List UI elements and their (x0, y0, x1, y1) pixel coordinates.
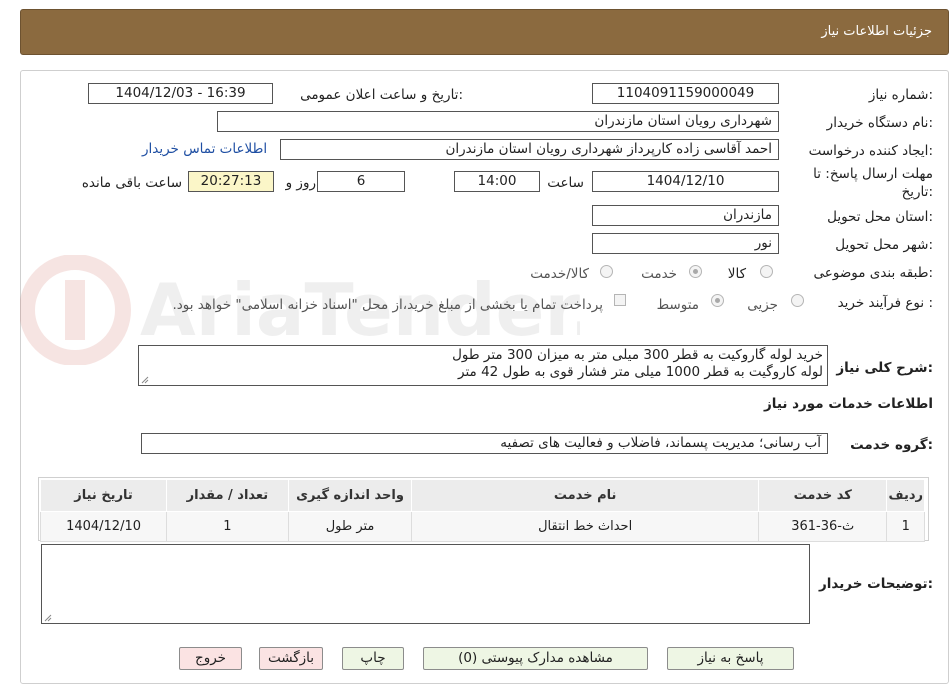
announce-field: 1404/12/03 - 16:39 (88, 83, 273, 104)
treasury-checkbox[interactable] (614, 294, 626, 306)
process-radio-minor[interactable] (791, 294, 804, 307)
buyer-org-label: نام دستگاه خریدار: (826, 115, 933, 131)
description-line-1: خرید لوله گاروکیت به قطر 300 میلی متر به… (452, 347, 823, 363)
attachments-button[interactable]: مشاهده مدارک پیوستی (0) (423, 647, 648, 670)
deadline-label: مهلت ارسال پاسخ: تا (813, 166, 933, 182)
category-label: طبقه بندی موضوعی: (813, 265, 933, 281)
deadline-date-field: 1404/12/10 (592, 171, 779, 192)
category-radio-goods[interactable] (760, 265, 773, 278)
col-row: ردیف (886, 479, 925, 512)
cell-name: احداث خط انتقال (411, 511, 759, 542)
category-option-goods-service: کالا/خدمت (530, 266, 589, 282)
col-unit: واحد اندازه گیری (287, 479, 413, 512)
services-table-header: ردیف کد خدمت نام خدمت واحد اندازه گیری ت… (39, 479, 925, 512)
col-qty: تعداد / مقدار (166, 479, 289, 512)
resize-grip-icon[interactable] (44, 614, 52, 622)
city-field: نور (592, 233, 779, 254)
deadline-time-field: 14:00 (454, 171, 540, 192)
cell-date: 1404/12/10 (39, 511, 168, 542)
category-radio-goods-service[interactable] (600, 265, 613, 278)
province-field: مازندران (592, 205, 779, 226)
process-option-minor: جزیی (747, 297, 778, 313)
col-date: تاریخ نیاز (39, 479, 168, 512)
buyer-notes-label: توضیحات خریدار: (819, 576, 933, 592)
description-label: شرح کلی نیاز: (836, 360, 933, 376)
days-field: 6 (317, 171, 405, 192)
cell-unit: متر طول (287, 511, 413, 542)
col-code: کد خدمت (757, 479, 888, 512)
resize-grip-icon[interactable] (141, 376, 149, 384)
description-textarea[interactable]: خرید لوله گاروکیت به قطر 300 میلی متر به… (138, 345, 828, 386)
category-radio-service[interactable] (689, 265, 702, 278)
buyer-notes-textarea[interactable] (41, 544, 810, 624)
creator-field: احمد آقاسی زاده کارپرداز شهرداری رویان ا… (280, 139, 779, 160)
description-line-2: لوله کاروگیت به قطر 1000 میلی متر فشار ق… (458, 364, 823, 380)
service-group-field: آب رسانی؛ مدیریت پسماند، فاضلاب و فعالیت… (141, 433, 828, 454)
need-number-field: 1104091159000049 (592, 83, 779, 104)
page-header: جزئیات اطلاعات نیاز (20, 9, 949, 55)
back-button[interactable]: بازگشت (259, 647, 323, 670)
province-label: استان محل تحویل: (827, 209, 933, 225)
deadline-label-date: تاریخ: (901, 184, 933, 200)
service-group-label: گروه خدمت: (850, 437, 933, 453)
time-label: ساعت (547, 175, 584, 191)
remaining-label: ساعت باقی مانده (81, 175, 182, 191)
city-label: شهر محل تحویل: (835, 237, 933, 253)
print-button[interactable]: چاپ (342, 647, 404, 670)
process-radio-medium[interactable] (711, 294, 724, 307)
services-section-title: اطلاعات خدمات مورد نیاز (763, 396, 933, 412)
buyer-org-field: شهرداری رویان استان مازندران (217, 111, 779, 132)
exit-button[interactable]: خروج (179, 647, 242, 670)
page-title: جزئیات اطلاعات نیاز (821, 24, 932, 39)
days-label: روز و (285, 175, 316, 191)
treasury-note: پرداخت تمام یا بخشی از مبلغ خرید،از محل … (172, 297, 603, 313)
buyer-contact-link[interactable]: اطلاعات تماس خریدار (142, 141, 267, 157)
col-name: نام خدمت (411, 479, 759, 512)
cell-code: ث-36-361 (757, 511, 888, 542)
process-label: نوع فرآیند خرید : (837, 295, 933, 311)
remaining-time-field: 20:27:13 (188, 171, 274, 192)
announce-label: تاریخ و ساعت اعلان عمومی: (300, 87, 463, 103)
cell-row: 1 (886, 511, 925, 542)
reply-button[interactable]: پاسخ به نیاز (667, 647, 794, 670)
process-option-medium: متوسط (656, 297, 699, 313)
cell-qty: 1 (166, 511, 289, 542)
services-table: ردیف کد خدمت نام خدمت واحد اندازه گیری ت… (39, 479, 925, 542)
need-number-label: شماره نیاز: (868, 87, 933, 103)
category-option-goods: کالا (727, 266, 746, 282)
category-option-service: خدمت (641, 266, 677, 282)
creator-label: ایجاد کننده درخواست: (808, 143, 933, 159)
table-row: 1 ث-36-361 احداث خط انتقال متر طول 1 140… (39, 511, 925, 542)
